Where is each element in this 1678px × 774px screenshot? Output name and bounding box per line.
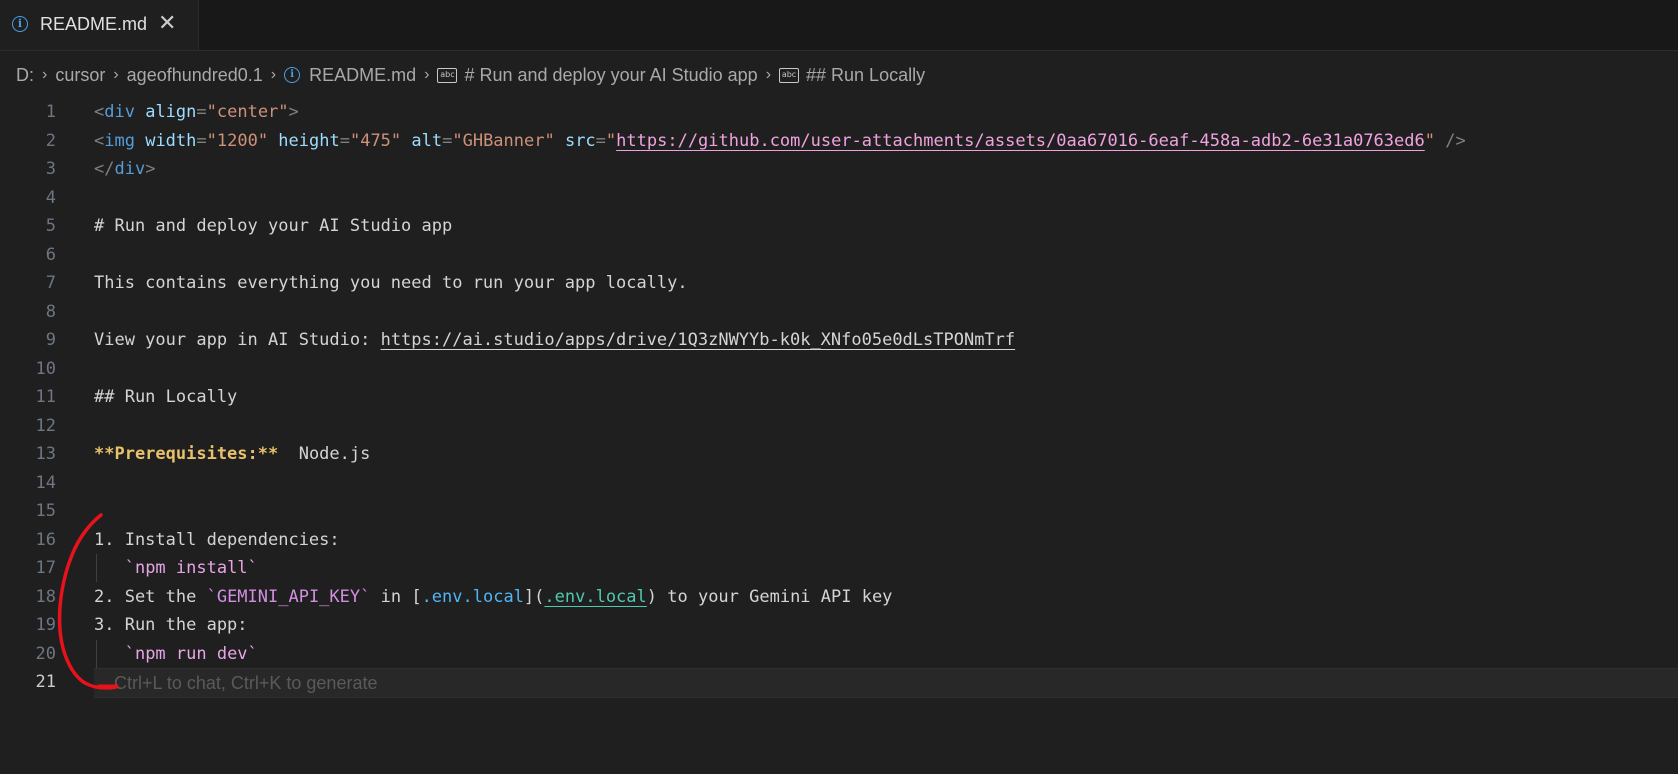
chevron-right-icon: › <box>270 66 277 83</box>
line-number: 11 <box>35 387 56 407</box>
info-icon: i <box>12 16 28 32</box>
breadcrumb-label: D: <box>16 64 34 85</box>
editor-line-current: 21 Ctrl+L to chat, Ctrl+K to generate <box>0 668 1678 698</box>
abc-icon: abc <box>437 67 458 83</box>
editor-line: 6 <box>0 241 1678 269</box>
breadcrumb-item-heading-2[interactable]: abc ## Run Locally <box>779 65 925 86</box>
breadcrumb-label: README.md <box>309 64 417 85</box>
editor-line: 5 # Run and deploy your AI Studio app <box>0 212 1678 240</box>
editor-line: 9 View your app in AI Studio: https://ai… <box>0 326 1678 354</box>
line-content[interactable]: View your app in AI Studio: https://ai.s… <box>94 326 1015 354</box>
close-icon[interactable]: ✕ <box>158 11 176 36</box>
line-number: 1 <box>45 102 56 122</box>
line-content[interactable]: **Prerequisites:** Node.js <box>94 440 370 468</box>
editor-line: 8 <box>0 298 1678 326</box>
tab-label: README.md <box>40 14 148 34</box>
chevron-right-icon: › <box>113 66 119 83</box>
editor-line: 3 </div> <box>0 155 1678 183</box>
breadcrumb-label: # Run and deploy your AI Studio app <box>464 64 758 85</box>
editor-line: 1 <div align="center"> <box>0 98 1678 126</box>
url-link[interactable]: .env.local <box>544 587 646 607</box>
line-number: 19 <box>35 615 56 635</box>
abc-icon: abc <box>779 67 800 83</box>
tab-readme[interactable]: i README.md ✕ <box>0 0 199 50</box>
line-content[interactable]: # Run and deploy your AI Studio app <box>94 212 452 240</box>
editor-line: 2 <img width="1200" height="475" alt="GH… <box>0 127 1678 155</box>
line-number: 12 <box>35 415 56 436</box>
chevron-right-icon: › <box>42 66 48 83</box>
breadcrumb-label: cursor <box>55 64 106 85</box>
line-content[interactable]: This contains everything you need to run… <box>94 269 688 297</box>
editor-line: 20 `npm run dev` <box>0 639 1678 668</box>
breadcrumb: D: › cursor › ageofhundred0.1 › i README.… <box>0 58 1678 92</box>
line-number: 15 <box>35 501 56 521</box>
line-number: 9 <box>45 330 56 350</box>
line-content[interactable]: 3. Run the app: <box>94 611 248 639</box>
breadcrumb-item-cursor[interactable]: cursor <box>55 65 105 86</box>
editor-line: 12 <box>0 412 1678 440</box>
editor-line: 10 <box>0 355 1678 383</box>
line-content[interactable]: </div> <box>94 155 155 183</box>
line-content[interactable]: 2. Set the `GEMINI_API_KEY` in [.env.loc… <box>94 583 892 611</box>
line-number: 4 <box>45 187 56 208</box>
inline-hint: Ctrl+L to chat, Ctrl+K to generate <box>114 673 378 693</box>
editor-line: 11 ## Run Locally <box>0 383 1678 411</box>
editor-line: 16 1. Install dependencies: <box>0 526 1678 554</box>
editor-line: 13 **Prerequisites:** Node.js <box>0 440 1678 468</box>
chevron-right-icon: › <box>765 66 772 83</box>
editor-line: 18 2. Set the `GEMINI_API_KEY` in [.env.… <box>0 583 1678 611</box>
line-content[interactable]: ## Run Locally <box>94 383 237 411</box>
tab-bar: i README.md ✕ <box>0 0 1678 51</box>
line-content[interactable]: `npm install` <box>94 554 258 582</box>
line-number: 21 <box>35 672 56 692</box>
editor-line: 7 This contains everything you need to r… <box>0 269 1678 297</box>
breadcrumb-item-drive[interactable]: D: <box>16 65 34 86</box>
line-content[interactable]: <img width="1200" height="475" alt="GHBa… <box>94 127 1466 155</box>
line-number: 6 <box>45 244 56 265</box>
line-number: 16 <box>35 529 56 550</box>
url-link[interactable]: https://ai.studio/apps/drive/1Q3zNWYYb-k… <box>381 330 1016 350</box>
editor-line: 17 `npm install` <box>0 554 1678 582</box>
line-number: 8 <box>45 301 56 322</box>
editor-line: 19 3. Run the app: <box>0 611 1678 639</box>
info-icon: i <box>284 67 301 83</box>
line-number: 10 <box>35 358 56 379</box>
chevron-right-icon: › <box>424 66 430 83</box>
editor-line: 14 <box>0 469 1678 497</box>
line-number: 14 <box>35 472 56 493</box>
line-number: 3 <box>45 159 56 179</box>
line-number: 18 <box>35 586 56 607</box>
breadcrumb-item-readme[interactable]: i README.md <box>284 65 416 86</box>
line-content[interactable]: 1. Install dependencies: <box>94 526 340 554</box>
line-number: 2 <box>45 130 56 151</box>
line-number: 20 <box>35 643 56 664</box>
line-content[interactable]: `npm run dev` <box>94 640 258 668</box>
breadcrumb-item-heading-1[interactable]: abc # Run and deploy your AI Studio app <box>437 64 758 86</box>
breadcrumb-item-folder[interactable]: ageofhundred0.1 <box>127 65 263 86</box>
line-number: 5 <box>45 216 56 236</box>
breadcrumb-label: ## Run Locally <box>806 64 926 85</box>
line-number: 13 <box>35 444 56 464</box>
code-editor[interactable]: 1 <div align="center"> 2 <img width="120… <box>0 98 1678 774</box>
line-content[interactable]: <div align="center"> <box>94 98 299 126</box>
line-number: 17 <box>35 558 56 578</box>
editor-line: 4 <box>0 184 1678 212</box>
editor-line: 15 <box>0 497 1678 525</box>
line-number: 7 <box>45 273 56 293</box>
url-link[interactable]: https://github.com/user-attachments/asse… <box>616 131 1425 151</box>
breadcrumb-label: ageofhundred0.1 <box>126 64 263 85</box>
